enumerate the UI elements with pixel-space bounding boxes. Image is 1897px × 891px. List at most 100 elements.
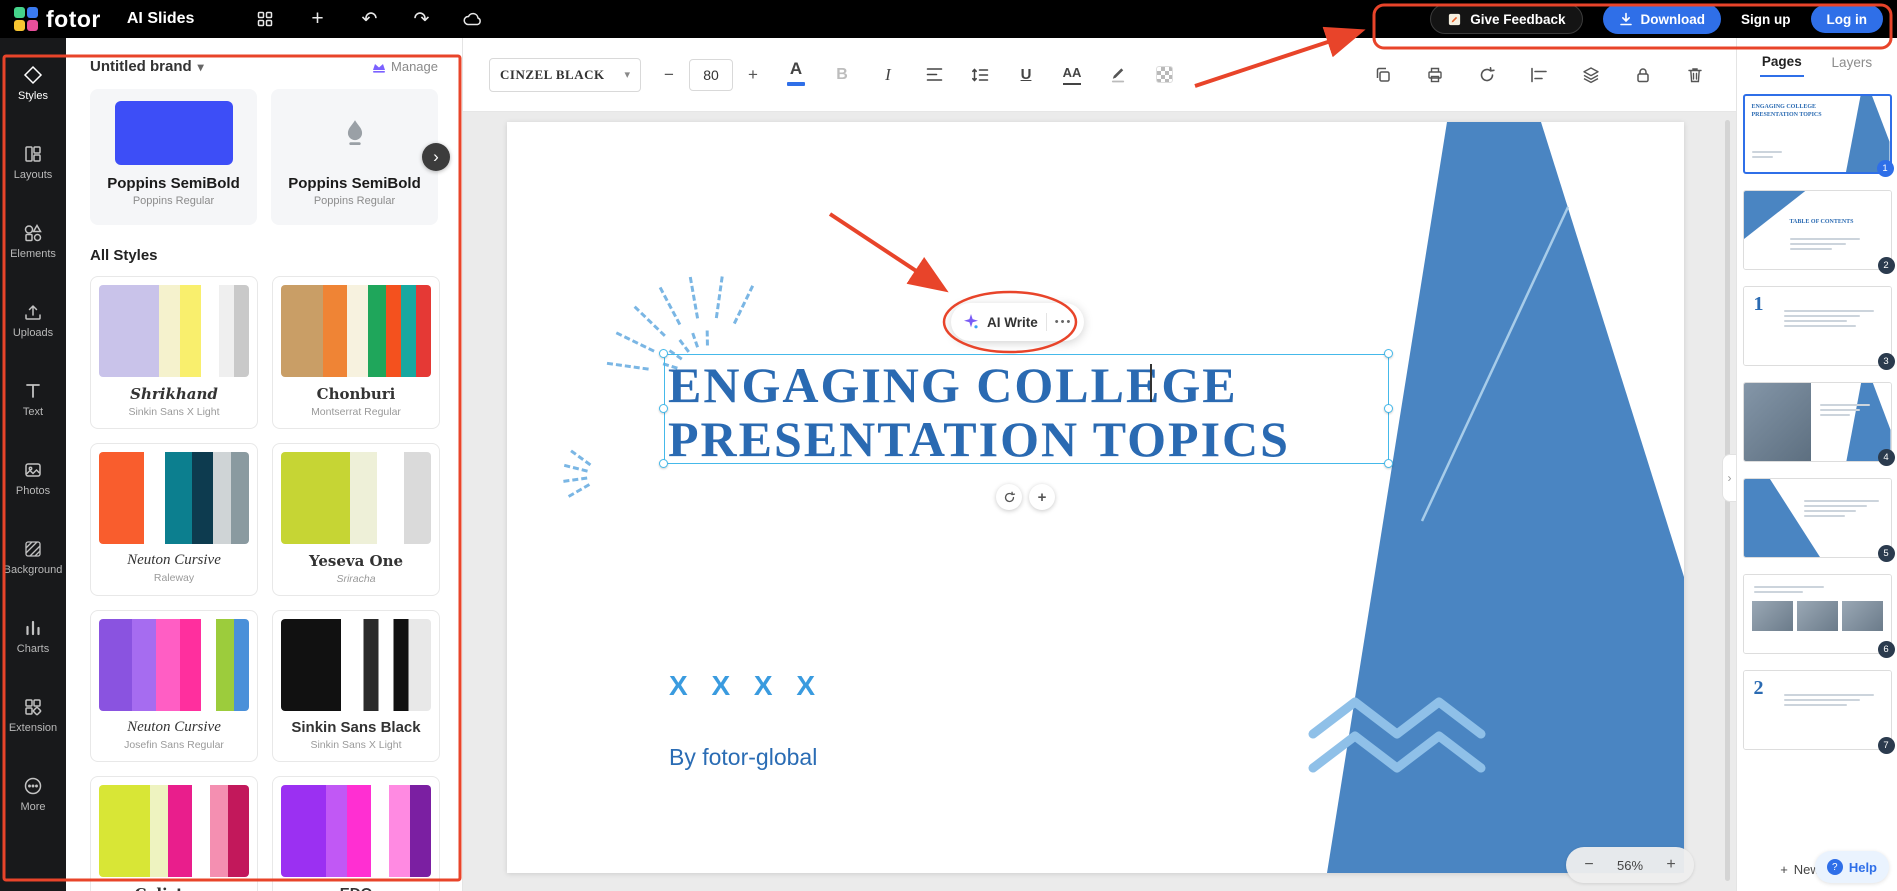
redo-icon[interactable]: ↷ xyxy=(410,8,432,30)
app-window: fotor AI Slides + ↶ ↷ Give Feedback Down… xyxy=(0,0,1897,891)
page-thumbnail-2[interactable]: TABLE OF CONTENTS 2 xyxy=(1743,190,1892,270)
selection-handle-w[interactable] xyxy=(659,404,668,413)
align-objects-button[interactable] xyxy=(1524,60,1554,90)
chevron-down-icon: ▾ xyxy=(198,60,204,74)
fotor-logo[interactable]: fotor xyxy=(14,6,101,33)
highlight-button[interactable] xyxy=(1103,60,1133,90)
align-icon xyxy=(926,67,943,82)
tab-layers[interactable]: Layers xyxy=(1830,49,1875,76)
rotate-object-button[interactable] xyxy=(996,484,1022,510)
decorative-x-marks[interactable]: X X X X xyxy=(669,670,823,702)
sign-up-link[interactable]: Sign up xyxy=(1741,12,1791,27)
page-thumbnail-1[interactable]: ENGAGING COLLEGE PRESENTATION TOPICS 1 xyxy=(1743,94,1892,174)
style-palette xyxy=(99,452,249,544)
style-card-neuton-cursive[interactable]: Neuton Cursive Raleway xyxy=(90,443,258,596)
layers-button[interactable] xyxy=(1576,60,1606,90)
move-object-button[interactable]: + xyxy=(1029,484,1055,510)
manage-label: Manage xyxy=(391,59,438,74)
more-options-button[interactable]: ••• xyxy=(1055,316,1073,328)
style-card-edo[interactable]: EDO DM Sans Regular xyxy=(272,776,440,891)
brand-font-card-1[interactable]: Poppins SemiBold Poppins Regular xyxy=(90,89,257,225)
style-subname: Sinkin Sans X Light xyxy=(99,406,249,418)
sidebar-item-extension[interactable]: Extension xyxy=(0,676,66,755)
sidebar-item-photos[interactable]: Photos xyxy=(0,439,66,518)
chevron-right-icon: › xyxy=(1728,471,1732,485)
sidebar-item-layouts[interactable]: Layouts xyxy=(0,123,66,202)
sidebar-item-charts[interactable]: Charts xyxy=(0,597,66,676)
text-align-button[interactable] xyxy=(919,60,949,90)
font-color-button[interactable]: A xyxy=(781,60,811,90)
give-feedback-button[interactable]: Give Feedback xyxy=(1430,4,1582,34)
style-name: Sinkin Sans Black xyxy=(281,719,431,736)
brand-font-card-2[interactable]: Poppins SemiBold Poppins Regular xyxy=(271,89,438,225)
lock-button[interactable] xyxy=(1628,60,1658,90)
letter-case-button[interactable]: AA xyxy=(1057,60,1087,90)
more-icon xyxy=(23,776,43,796)
selection-box[interactable] xyxy=(664,354,1389,464)
chevron-down-icon: ▾ xyxy=(624,68,630,81)
font-size-increase-button[interactable]: + xyxy=(741,63,765,87)
style-card-chonburi[interactable]: Chonburi Montserrat Regular xyxy=(272,276,440,429)
cloud-save-icon[interactable] xyxy=(462,8,484,30)
page-thumbnail-6[interactable]: 6 xyxy=(1743,574,1892,654)
ai-write-button[interactable]: AI Write xyxy=(987,315,1038,330)
page-thumbnail-3[interactable]: 1 3 xyxy=(1743,286,1892,366)
page-thumbnail-4[interactable]: 4 xyxy=(1743,382,1892,462)
page-thumbnail-7[interactable]: 2 7 xyxy=(1743,670,1892,750)
extension-icon xyxy=(23,697,43,717)
selection-handle-sw[interactable] xyxy=(659,459,668,468)
font-size-decrease-button[interactable]: − xyxy=(657,63,681,87)
style-card-yeseva-one[interactable]: Yeseva One Sriracha xyxy=(272,443,440,596)
lock-icon xyxy=(1634,66,1652,84)
selection-handle-ne[interactable] xyxy=(1384,349,1393,358)
sidebar-item-elements[interactable]: Elements xyxy=(0,202,66,281)
style-subname: Sinkin Sans X Light xyxy=(281,739,431,751)
page-number-badge: 3 xyxy=(1878,353,1895,370)
selection-handle-nw[interactable] xyxy=(659,349,668,358)
style-subname: Montserrat Regular xyxy=(281,406,431,418)
byline-text[interactable]: By fotor-global xyxy=(669,744,817,771)
text-icon xyxy=(23,381,43,401)
help-button[interactable]: ? Help xyxy=(1815,851,1889,883)
page-thumbnail-5[interactable]: 5 xyxy=(1743,478,1892,558)
font-size-value[interactable]: 80 xyxy=(689,59,733,91)
sidebar-item-more[interactable]: More xyxy=(0,755,66,834)
app-title: AI Slides xyxy=(127,10,195,28)
give-feedback-label: Give Feedback xyxy=(1470,12,1565,27)
style-palette xyxy=(281,452,431,544)
sidebar-item-background[interactable]: Background xyxy=(0,518,66,597)
log-in-button[interactable]: Log in xyxy=(1811,5,1884,33)
selection-handle-se[interactable] xyxy=(1384,459,1393,468)
style-card-calistoga[interactable]: Calistoga Gotu xyxy=(90,776,258,891)
sidebar-item-text[interactable]: Text xyxy=(0,360,66,439)
style-card-shrikhand[interactable]: Shrikhand Sinkin Sans X Light xyxy=(90,276,258,429)
tab-pages[interactable]: Pages xyxy=(1760,48,1804,77)
style-card-neuton-cursive-2[interactable]: Neuton Cursive Josefin Sans Regular xyxy=(90,610,258,762)
grid-view-icon[interactable] xyxy=(254,8,276,30)
sidebar-item-styles[interactable]: Styles xyxy=(0,44,66,123)
bold-button[interactable]: B xyxy=(827,60,857,90)
rotate-button[interactable] xyxy=(1472,60,1502,90)
manage-brand-link[interactable]: Manage xyxy=(372,59,438,74)
add-icon[interactable]: + xyxy=(306,8,328,30)
line-spacing-button[interactable] xyxy=(965,60,995,90)
sidebar-item-uploads[interactable]: Uploads xyxy=(0,281,66,360)
zoom-out-button[interactable]: − xyxy=(1580,856,1598,874)
style-card-sinkin-sans-black[interactable]: Sinkin Sans Black Sinkin Sans X Light xyxy=(272,610,440,762)
underline-button[interactable]: U xyxy=(1011,60,1041,90)
download-button[interactable]: Download xyxy=(1603,4,1722,34)
undo-icon[interactable]: ↶ xyxy=(358,8,380,30)
slide[interactable]: ENGAGING COLLEGE PRESENTATION TOPICS AI … xyxy=(507,122,1684,873)
zoom-in-button[interactable]: + xyxy=(1662,856,1680,874)
print-button[interactable] xyxy=(1420,60,1450,90)
expand-panel-handle[interactable]: › xyxy=(1722,454,1736,502)
delete-button[interactable] xyxy=(1680,60,1710,90)
font-family-select[interactable]: CINZEL BLACK ▾ xyxy=(489,58,641,92)
italic-button[interactable]: I xyxy=(873,60,903,90)
transparency-button[interactable] xyxy=(1149,60,1179,90)
duplicate-button[interactable] xyxy=(1368,60,1398,90)
all-styles-heading: All Styles xyxy=(90,247,438,264)
font-cards-next-button[interactable]: › xyxy=(422,143,450,171)
brand-dropdown[interactable]: Untitled brand ▾ xyxy=(90,58,204,75)
selection-handle-e[interactable] xyxy=(1384,404,1393,413)
